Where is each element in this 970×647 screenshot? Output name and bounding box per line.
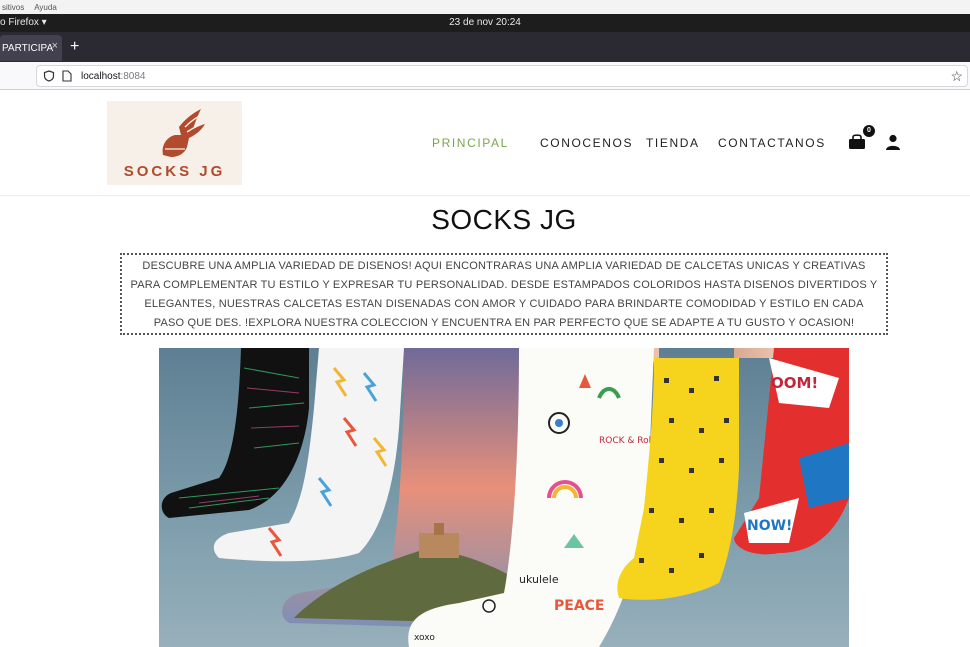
black-formula-sock bbox=[161, 348, 309, 518]
comic-pop-art-sock: OOM! NOW! bbox=[734, 348, 849, 555]
nav-tienda[interactable]: TIENDA bbox=[646, 136, 700, 150]
page-title: SOCKS JG bbox=[431, 204, 577, 235]
hero-text-xoxo: xoxo bbox=[414, 633, 435, 643]
nav-principal[interactable]: PRINCIPAL bbox=[432, 136, 509, 150]
browser-tab-strip: PARTICIPA × + bbox=[0, 32, 970, 62]
app-menu-item[interactable]: sitivos bbox=[2, 3, 24, 12]
shopping-bag-button[interactable]: 0 bbox=[848, 125, 875, 152]
shield-icon[interactable] bbox=[43, 70, 55, 82]
winged-shoe-logo-icon bbox=[162, 109, 205, 157]
browser-tab[interactable]: PARTICIPA × bbox=[0, 35, 62, 61]
hero-text-rock-roll: ROCK & Roll bbox=[599, 436, 654, 446]
url-bar[interactable]: localhost:8084 ☆ bbox=[36, 65, 968, 87]
url-port: :8084 bbox=[120, 71, 146, 82]
hero-text-now: NOW! bbox=[747, 518, 792, 534]
url-text[interactable]: localhost:8084 bbox=[81, 71, 146, 82]
browser-nav-bar: localhost:8084 ☆ bbox=[0, 62, 970, 90]
socks-illustration: ukulele ROCK & Roll PEACE xoxo OOM! NOW! bbox=[161, 348, 849, 647]
site-header: SOCKS JG PRINCIPAL CONOCENOS TIENDA CONT… bbox=[0, 90, 970, 196]
site-logo[interactable]: SOCKS JG bbox=[107, 101, 242, 185]
system-clock[interactable]: 23 de nov 20:24 bbox=[0, 17, 970, 28]
url-host: localhost bbox=[81, 71, 121, 82]
hero-socks-image: ukulele ROCK & Roll PEACE xoxo OOM! NOW! bbox=[159, 348, 849, 647]
system-top-bar: o Firefox ▾ 23 de nov 20:24 bbox=[0, 14, 970, 32]
nav-contactanos[interactable]: CONTACTANOS bbox=[718, 136, 826, 150]
user-icon[interactable] bbox=[885, 134, 901, 150]
tab-title: PARTICIPA bbox=[2, 42, 54, 54]
app-menu-bar: sitivos Ayuda bbox=[0, 0, 970, 14]
page-icon bbox=[62, 70, 72, 82]
hero-text-oom: OOM! bbox=[771, 374, 818, 392]
close-icon[interactable]: × bbox=[52, 40, 58, 52]
hero-text-ukulele: ukulele bbox=[519, 573, 559, 586]
app-menu-item-help[interactable]: Ayuda bbox=[34, 3, 57, 12]
nav-conocenos[interactable]: CONOCENOS bbox=[540, 136, 633, 150]
cart-count-badge: 0 bbox=[863, 125, 875, 137]
new-tab-icon[interactable]: + bbox=[70, 38, 79, 56]
description-box: DESCUBRE UNA AMPLIA VARIEDAD DE DISENOS!… bbox=[120, 253, 888, 335]
logo-text: SOCKS JG bbox=[123, 163, 226, 180]
hero-text-peace: PEACE bbox=[554, 598, 605, 614]
bookmark-star-icon[interactable]: ☆ bbox=[950, 68, 963, 85]
